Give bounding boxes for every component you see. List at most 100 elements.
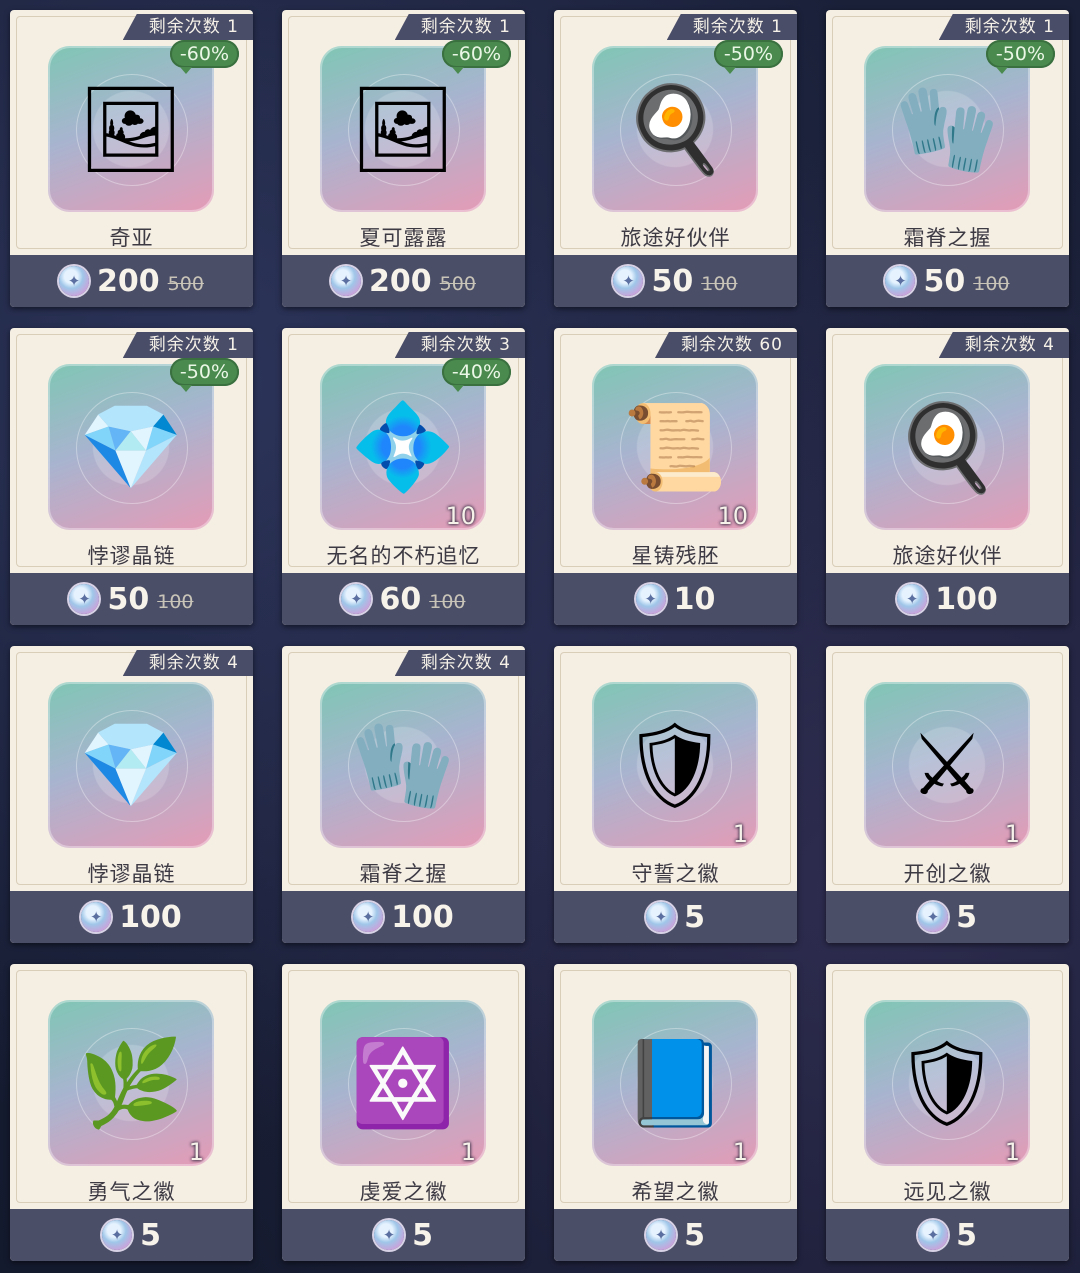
shop-grid: 剩余次数 1 🖼 -60% 奇亚 ✦ 200 500 剩余次数 1 🖼 -60% 夏可露露… [0, 0, 1080, 1273]
item-name: 悖谬晶链 [87, 862, 176, 886]
item-quantity: 10 [445, 502, 476, 530]
item-name: 奇亚 [109, 226, 154, 250]
discount-badge: -50% [713, 40, 783, 74]
item-price: 100 [935, 581, 998, 617]
discount-badge: -60% [441, 40, 511, 74]
item-name: 旅途好伙伴 [620, 226, 731, 250]
discount-badge: -50% [169, 358, 239, 392]
shop-item-card[interactable]: 剩余次数 3 💠 10 -40% 无名的不朽追忆 ✦ 60 100 [282, 328, 525, 625]
remaining-count-badge: 剩余次数 1 [666, 14, 797, 40]
buy-button[interactable]: ✦ 50 100 [10, 573, 253, 625]
buy-button[interactable]: ✦ 5 [826, 1209, 1069, 1261]
buy-button[interactable]: ✦ 100 [10, 891, 253, 943]
shop-item-card[interactable]: 剩余次数 1 🖼 -60% 夏可露露 ✦ 200 500 [282, 10, 525, 307]
crystal-icon: ✦ [353, 902, 384, 932]
shop-item-card[interactable]: 🛡 1 远见之徽 ✦ 5 [826, 964, 1069, 1261]
shop-item-card[interactable]: 📘 1 希望之徽 ✦ 5 [554, 964, 797, 1261]
item-quantity: 1 [1004, 1138, 1020, 1166]
shop-item-card[interactable]: 剩余次数 60 📜 10 星铸残胚 ✦ 10 [554, 328, 797, 625]
item-name: 开创之徽 [903, 862, 992, 886]
remaining-count-badge: 剩余次数 1 [122, 332, 253, 358]
shop-item-card[interactable]: 剩余次数 4 🍳 旅途好伙伴 ✦ 100 [826, 328, 1069, 625]
item-name: 霜脊之握 [903, 226, 992, 250]
shop-item-card[interactable]: 剩余次数 1 💎 -50% 悖谬晶链 ✦ 50 100 [10, 328, 253, 625]
shop-item-card[interactable]: 剩余次数 1 🍳 -50% 旅途好伙伴 ✦ 50 100 [554, 10, 797, 307]
original-price: 100 [429, 591, 466, 613]
remaining-count-badge: 剩余次数 4 [394, 650, 525, 676]
shop-item-card[interactable]: ⚔ 1 开创之徽 ✦ 5 [826, 646, 1069, 943]
buy-button[interactable]: ✦ 60 100 [282, 573, 525, 625]
buy-button[interactable]: ✦ 50 100 [554, 255, 797, 307]
buy-button[interactable]: ✦ 200 500 [282, 255, 525, 307]
item-price: 5 [684, 1217, 705, 1253]
item-name: 虔爱之徽 [359, 1180, 448, 1204]
crystal-icon: ✦ [81, 902, 112, 932]
item-price: 50 [923, 263, 966, 299]
shield-axe-emblem-icon: 🛡 1 [592, 682, 758, 848]
sword-emblem-icon: ⚔ 1 [864, 682, 1030, 848]
remaining-count-badge: 剩余次数 4 [938, 332, 1069, 358]
item-name: 旅途好伙伴 [892, 544, 1003, 568]
shop-item-card[interactable]: 🛡 1 守誓之徽 ✦ 5 [554, 646, 797, 943]
shop-item-card[interactable]: 剩余次数 1 🧤 -50% 霜脊之握 ✦ 50 100 [826, 10, 1069, 307]
buy-button[interactable]: ✦ 100 [826, 573, 1069, 625]
item-price: 5 [684, 899, 705, 935]
buy-button[interactable]: ✦ 200 500 [10, 255, 253, 307]
crystal-icon: ✦ [59, 266, 90, 296]
original-price: 100 [701, 273, 738, 295]
book-orb-emblem-icon: 📘 1 [592, 1000, 758, 1166]
item-quantity: 1 [732, 1138, 748, 1166]
shop-item-card[interactable]: 剩余次数 4 💎 悖谬晶链 ✦ 100 [10, 646, 253, 943]
remaining-count-badge: 剩余次数 4 [122, 650, 253, 676]
item-price: 200 [97, 263, 160, 299]
shop-item-card[interactable]: 🌿 1 勇气之徽 ✦ 5 [10, 964, 253, 1261]
winged-shield-emblem-icon: 🛡 1 [864, 1000, 1030, 1166]
item-name: 悖谬晶链 [87, 544, 176, 568]
crystal-icon: ✦ [331, 266, 362, 296]
remaining-count-badge: 剩余次数 1 [122, 14, 253, 40]
item-price: 5 [140, 1217, 161, 1253]
buy-button[interactable]: ✦ 5 [10, 1209, 253, 1261]
crystal-icon: ✦ [102, 1220, 133, 1250]
item-price: 5 [412, 1217, 433, 1253]
shop-item-card[interactable]: 剩余次数 4 🧤 霜脊之握 ✦ 100 [282, 646, 525, 943]
crystal-icon: ✦ [374, 1220, 405, 1250]
buy-button[interactable]: ✦ 5 [554, 1209, 797, 1261]
buy-button[interactable]: ✦ 50 100 [826, 255, 1069, 307]
buy-button[interactable]: ✦ 5 [826, 891, 1069, 943]
item-price: 50 [651, 263, 694, 299]
crystal-icon: ✦ [897, 584, 928, 614]
crystal-chain-icon: 💎 [48, 682, 214, 848]
buy-button[interactable]: ✦ 100 [282, 891, 525, 943]
item-quantity: 10 [717, 502, 748, 530]
item-name: 无名的不朽追忆 [326, 544, 481, 568]
discount-badge: -50% [985, 40, 1055, 74]
item-quantity: 1 [1004, 820, 1020, 848]
item-name: 星铸残胚 [631, 544, 720, 568]
buy-button[interactable]: ✦ 5 [554, 891, 797, 943]
shop-item-card[interactable]: 剩余次数 1 🖼 -60% 奇亚 ✦ 200 500 [10, 10, 253, 307]
original-price: 100 [157, 591, 194, 613]
crystal-icon: ✦ [646, 1220, 677, 1250]
item-quantity: 1 [732, 820, 748, 848]
item-name: 希望之徽 [631, 1180, 720, 1204]
item-price: 60 [379, 581, 422, 617]
item-quantity: 1 [188, 1138, 204, 1166]
buy-button[interactable]: ✦ 10 [554, 573, 797, 625]
discount-badge: -40% [441, 358, 511, 392]
remaining-count-badge: 剩余次数 60 [654, 332, 797, 358]
original-price: 500 [167, 273, 204, 295]
item-name: 远见之徽 [903, 1180, 992, 1204]
remaining-count-badge: 剩余次数 3 [394, 332, 525, 358]
crystal-icon: ✦ [918, 1220, 949, 1250]
crystal-icon: ✦ [646, 902, 677, 932]
item-price: 50 [107, 581, 150, 617]
remaining-count-badge: 剩余次数 1 [394, 14, 525, 40]
buy-button[interactable]: ✦ 5 [282, 1209, 525, 1261]
item-name: 勇气之徽 [87, 1180, 176, 1204]
shop-item-card[interactable]: 🔯 1 虔爱之徽 ✦ 5 [282, 964, 525, 1261]
star-gem-emblem-icon: 🔯 1 [320, 1000, 486, 1166]
crystal-icon: ✦ [613, 266, 644, 296]
original-price: 500 [439, 273, 476, 295]
item-price: 10 [673, 581, 716, 617]
